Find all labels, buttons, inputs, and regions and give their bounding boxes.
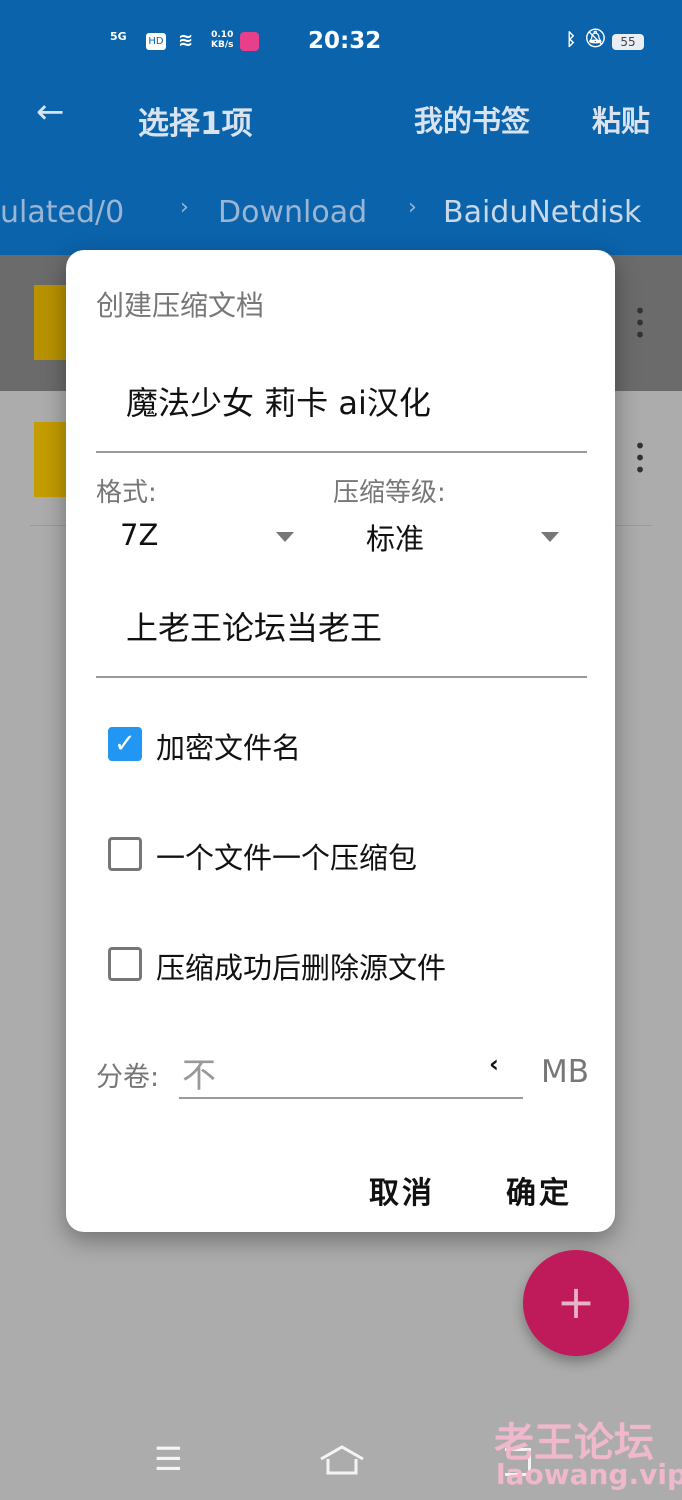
- password-input[interactable]: 上老王论坛当老王: [96, 595, 587, 678]
- cancel-button[interactable]: 取消: [369, 1168, 435, 1212]
- page-title: 选择1项: [138, 106, 253, 142]
- split-size-input[interactable]: 不 ‹: [179, 1046, 523, 1099]
- mute-bell-icon: 🔕︎: [584, 28, 607, 49]
- wifi-icon: ≋: [178, 30, 194, 51]
- folder-icon: [34, 285, 70, 360]
- dropdown-arrow-icon: [276, 532, 294, 542]
- bluetooth-icon: ᛒ: [566, 30, 577, 50]
- chevron-left-icon: ‹: [489, 1050, 499, 1078]
- chevron-right-icon: ›: [180, 195, 189, 220]
- ok-button[interactable]: 确定: [506, 1168, 572, 1212]
- filename-input[interactable]: 魔法少女 莉卡 ai汉化: [96, 370, 587, 453]
- bookmarks-button[interactable]: 我的书签: [414, 98, 530, 140]
- battery-icon: 55: [612, 34, 644, 50]
- create-archive-dialog: 创建压缩文档 魔法少女 莉卡 ai汉化 格式: 压缩等级: 7Z 标准 上老王论…: [66, 250, 615, 1232]
- watermark-url: laowang.vip: [496, 1458, 682, 1491]
- signal-icon: 5G: [110, 30, 127, 43]
- checkbox-checked-icon: ✓: [108, 727, 142, 761]
- breadcrumb-item[interactable]: ulated/0: [0, 195, 124, 230]
- format-label: 格式:: [96, 478, 157, 508]
- delete-source-checkbox[interactable]: 压缩成功后删除源文件: [108, 945, 528, 985]
- breadcrumb-item[interactable]: Download: [218, 195, 367, 230]
- level-label: 压缩等级:: [333, 478, 446, 508]
- checkbox-unchecked-icon: [108, 947, 142, 981]
- level-select[interactable]: 标准: [333, 512, 563, 562]
- format-select[interactable]: 7Z: [96, 512, 306, 562]
- encrypt-filenames-checkbox[interactable]: ✓ 加密文件名: [108, 725, 508, 765]
- add-fab-button[interactable]: +: [523, 1250, 629, 1356]
- dropdown-arrow-icon: [541, 532, 559, 542]
- checkbox-unchecked-icon: [108, 837, 142, 871]
- breadcrumb-item[interactable]: BaiduNetdisk: [443, 195, 641, 230]
- split-unit: MB: [541, 1054, 590, 1090]
- paste-button[interactable]: 粘贴: [592, 98, 650, 140]
- back-arrow-icon[interactable]: ←: [36, 92, 65, 132]
- one-archive-per-file-checkbox[interactable]: 一个文件一个压缩包: [108, 835, 508, 875]
- dialog-title: 创建压缩文档: [96, 289, 265, 322]
- notification-app-icon: [240, 32, 259, 51]
- split-label: 分卷:: [96, 1062, 160, 1093]
- network-speed: 0.10 KB/s: [211, 30, 234, 50]
- hd-icon: HD: [146, 33, 166, 50]
- home-nav-icon[interactable]: [318, 1445, 366, 1477]
- clock: 20:32: [308, 28, 382, 54]
- more-vert-icon[interactable]: • • •: [634, 436, 646, 480]
- more-vert-icon[interactable]: • • •: [634, 301, 646, 345]
- folder-icon: [34, 422, 70, 497]
- menu-nav-icon[interactable]: ☰: [154, 1440, 183, 1478]
- chevron-right-icon: ›: [408, 195, 417, 220]
